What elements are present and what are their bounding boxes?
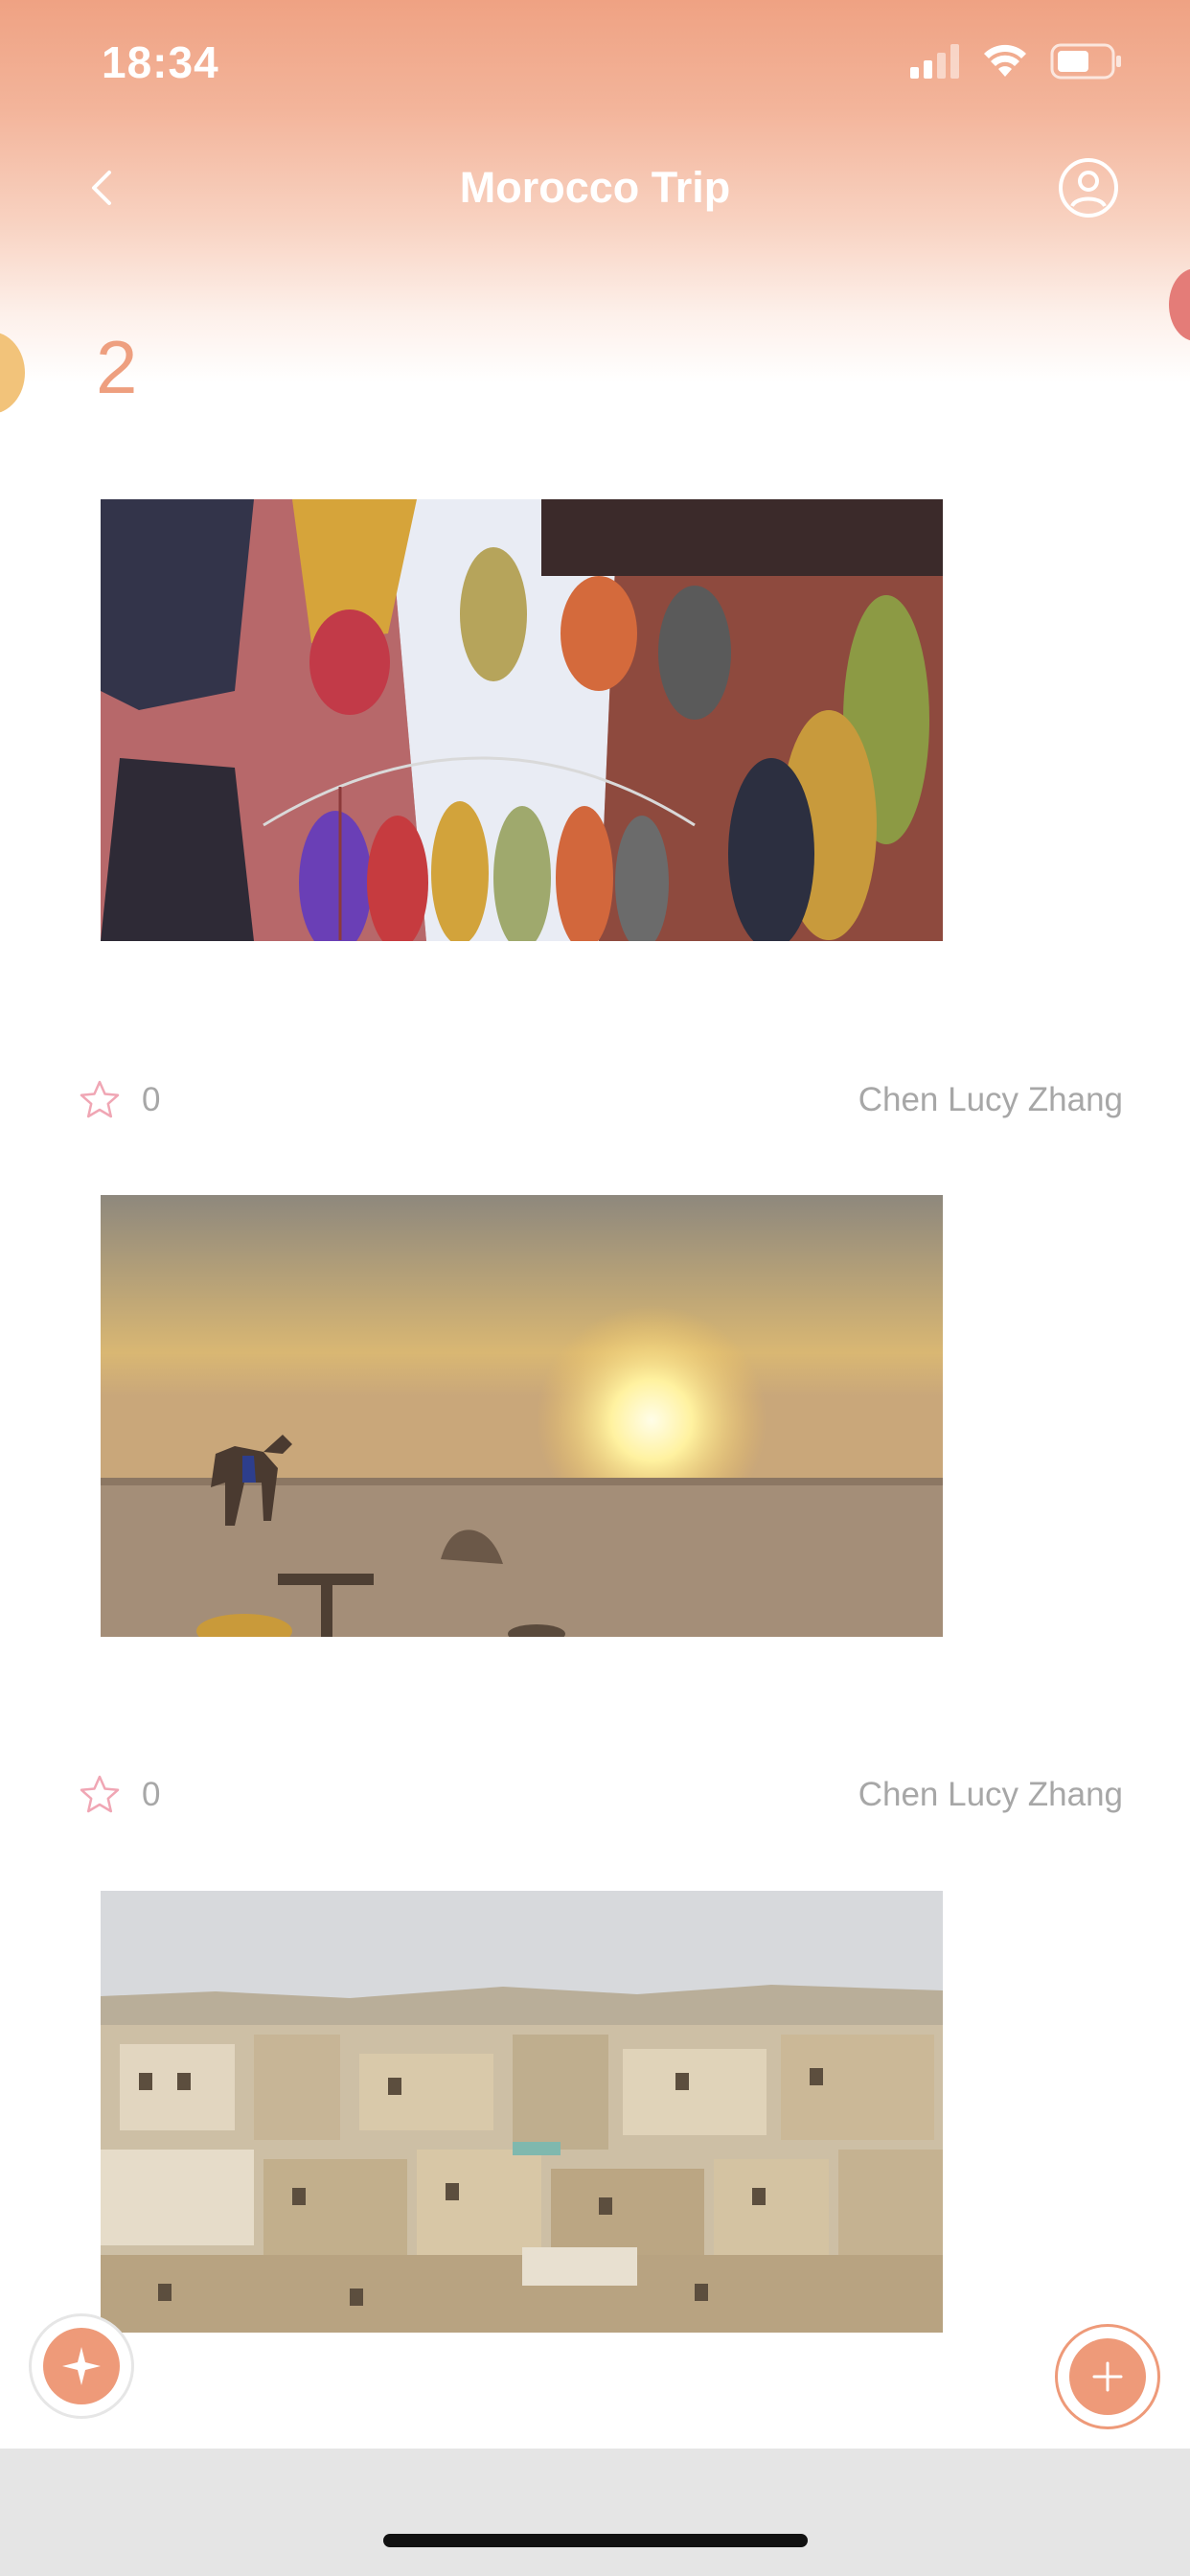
star-icon[interactable] (77, 1077, 123, 1123)
post-author[interactable]: Chen Lucy Zhang (858, 1776, 1123, 1814)
post-meta-row: 0 Chen Lucy Zhang (77, 1071, 1123, 1129)
compass-star-icon (62, 2347, 101, 2385)
wifi-icon (983, 44, 1027, 83)
post-photo-medina-rooftops[interactable] (101, 1891, 943, 2333)
status-icons (910, 43, 1123, 84)
plus-icon (1092, 2361, 1123, 2392)
medina-rooftops-photo (101, 1891, 943, 2333)
add-photo-button[interactable] (1055, 2324, 1160, 2429)
home-indicator[interactable] (383, 2534, 808, 2547)
signal-icon (910, 43, 960, 83)
post-photo-yarn-market[interactable] (101, 499, 943, 941)
like-count: 0 (142, 1776, 161, 1813)
profile-button[interactable] (1058, 157, 1119, 218)
explore-button[interactable] (29, 2313, 134, 2419)
status-time: 18:34 (102, 37, 219, 87)
like-count: 0 (142, 1081, 161, 1118)
post-photo-desert-sunset[interactable] (101, 1195, 943, 1637)
post-meta-row: 0 Chen Lucy Zhang (77, 1766, 1123, 1824)
post-author[interactable]: Chen Lucy Zhang (858, 1081, 1123, 1119)
desert-sunset-camels-photo (101, 1195, 943, 1637)
star-icon[interactable] (77, 1772, 123, 1818)
battery-icon (1050, 43, 1123, 84)
photo-count: 2 (96, 325, 138, 409)
user-circle-icon (1059, 158, 1118, 218)
bottom-bar (0, 2449, 1190, 2576)
yarn-market-photo (101, 499, 943, 941)
page-title: Morocco Trip (459, 163, 731, 212)
